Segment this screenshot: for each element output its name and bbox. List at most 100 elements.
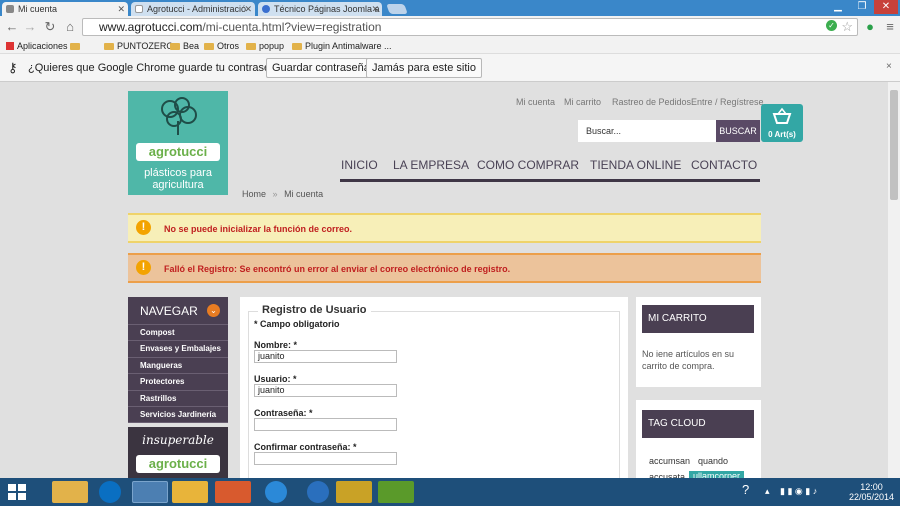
breadcrumb-current: Mi cuenta <box>284 189 324 199</box>
leftnav-item-rastrillos[interactable]: Rastrillos <box>128 391 228 407</box>
menu-icon[interactable]: ≡ <box>882 19 898 35</box>
top-link-mi-carrito[interactable]: Mi carrito <box>564 97 601 107</box>
close-window-icon[interactable]: ✕ <box>874 0 898 14</box>
site-logo[interactable]: agrotucci plásticos para agricultura <box>128 91 228 195</box>
cart-button[interactable]: 0 Art(s) <box>761 104 803 142</box>
chevron-down-icon[interactable]: ⌄ <box>207 304 220 317</box>
password-label: Contraseña: * <box>254 408 313 418</box>
url-host: www.agrotucci.com <box>99 20 203 34</box>
bookmark-bea[interactable]: Bea <box>170 38 199 54</box>
registration-form: Registro de Usuario * Campo obligatorio … <box>240 297 628 478</box>
leftnav-item-servicios-jardineria[interactable]: Servicios Jardinería <box>128 407 228 424</box>
bookmark-plugin-antimalware[interactable]: Plugin Antimalware ... <box>292 38 392 54</box>
bookmark-folder[interactable] <box>70 38 83 54</box>
promo-banner[interactable]: insuperable agrotucci <box>128 427 228 478</box>
key-icon: ⚷ <box>8 60 18 75</box>
breadcrumb-separator: » <box>272 189 278 199</box>
close-tab-icon[interactable]: ✕ <box>371 2 379 16</box>
nombre-input[interactable]: juanito <box>254 350 397 363</box>
breadcrumb-home[interactable]: Home <box>242 189 266 199</box>
tag-link[interactable]: quando <box>698 456 728 466</box>
alert-text: Falló el Registro: Se encontró un error … <box>164 264 511 274</box>
never-for-site-button[interactable]: Jamás para este sitio <box>366 58 482 78</box>
leftnav-item-compost[interactable]: Compost <box>128 325 228 342</box>
tag-link-highlighted[interactable]: ullamcorper <box>689 471 745 478</box>
maximize-icon[interactable]: ❐ <box>850 0 874 14</box>
app-icon[interactable] <box>265 481 287 503</box>
tab-administracion[interactable]: Agrotucci - Administració ✕ <box>131 2 255 16</box>
scrollbar-thumb[interactable] <box>890 90 898 200</box>
bookmark-apps[interactable]: Aplicaciones <box>6 38 68 54</box>
tab-tecnico-joomla[interactable]: Técnico Páginas Joomla a ✕ <box>258 2 382 16</box>
tab-title: Agrotucci - Administració <box>147 4 247 14</box>
nav-contacto[interactable]: CONTACTO <box>691 158 757 172</box>
usuario-input[interactable]: juanito <box>254 384 397 397</box>
file-explorer-icon[interactable] <box>52 481 88 503</box>
tab-title: Mi cuenta <box>18 4 58 14</box>
app-icon[interactable] <box>215 481 251 503</box>
password-input[interactable] <box>254 418 397 431</box>
password-save-bar: ⚷ ¿Quieres que Google Chrome guarde tu c… <box>0 54 900 82</box>
leftnav-item-mangueras[interactable]: Mangueras <box>128 358 228 375</box>
close-tab-icon[interactable]: ✕ <box>244 2 252 16</box>
nav-tienda-online[interactable]: TIENDA ONLINE <box>590 158 681 172</box>
forward-icon[interactable]: → <box>22 19 38 35</box>
tab-mi-cuenta[interactable]: Mi cuenta ✕ <box>2 2 128 16</box>
folder-icon <box>246 43 256 50</box>
alert-text: No se puede inicializar la función de co… <box>164 224 353 234</box>
system-clock[interactable]: 12:00 22/05/2014 <box>849 482 894 502</box>
navegar-header[interactable]: NAVEGAR ⌄ <box>128 297 228 325</box>
alert-registration-failed: ! Falló el Registro: Se encontró un erro… <box>128 253 761 283</box>
back-icon[interactable]: ← <box>4 19 20 35</box>
browser-toolbar: ← → ↻ ⌂ www.agrotucci.com/mi-cuenta.html… <box>0 16 900 38</box>
close-bar-icon[interactable]: × <box>886 61 892 72</box>
page-icon <box>135 5 143 13</box>
tab-strip: Mi cuenta ✕ Agrotucci - Administració ✕ … <box>0 0 900 16</box>
minimize-icon[interactable]: ▁ <box>826 0 850 14</box>
top-link-rastreo-pedidos[interactable]: Rastreo de Pedidos <box>612 97 691 107</box>
adblock-check-icon[interactable]: ✓ <box>826 20 837 31</box>
bookmark-puntozero[interactable]: PUNTOZERO <box>104 38 173 54</box>
nav-divider <box>340 179 760 182</box>
left-navigation: NAVEGAR ⌄ Compost Envases y Embalajes Ma… <box>128 297 228 424</box>
bookmark-popup[interactable]: popup <box>246 38 284 54</box>
nav-como-comprar[interactable]: COMO COMPRAR <box>477 158 579 172</box>
leftnav-item-envases[interactable]: Envases y Embalajes <box>128 341 228 358</box>
tag-cloud-title: TAG CLOUD <box>642 410 754 438</box>
address-bar[interactable]: www.agrotucci.com/mi-cuenta.html?view=re… <box>82 18 858 36</box>
apps-icon <box>6 42 14 50</box>
cart-count: 0 Art(s) <box>768 130 796 139</box>
top-link-mi-cuenta[interactable]: Mi cuenta <box>516 97 555 107</box>
top-link-entre-registrese[interactable]: Entre / Regístrese <box>691 97 764 107</box>
help-icon[interactable]: ? <box>742 482 749 497</box>
tab-title: Técnico Páginas Joomla a <box>274 4 380 14</box>
confirm-password-input[interactable] <box>254 452 397 465</box>
hp-icon[interactable] <box>99 481 121 503</box>
search-input[interactable]: Buscar... <box>578 120 716 142</box>
close-tab-icon[interactable]: ✕ <box>117 2 125 16</box>
nav-la-empresa[interactable]: LA EMPRESA <box>393 158 469 172</box>
tray-icons[interactable]: ▮ ▮ ◉ ▮ ♪ <box>780 486 817 497</box>
leftnav-item-protectores[interactable]: Protectores <box>128 374 228 391</box>
extension-icon[interactable]: ● <box>862 19 878 35</box>
nav-inicio[interactable]: INICIO <box>341 158 378 172</box>
app-icon[interactable] <box>336 481 372 503</box>
page-scrollbar[interactable] <box>888 82 900 478</box>
home-icon[interactable]: ⌂ <box>62 19 78 35</box>
chrome-icon[interactable] <box>132 481 168 503</box>
windows-start-icon[interactable] <box>8 484 26 500</box>
app-icon[interactable] <box>172 481 208 503</box>
bookmark-label: Otros <box>217 41 240 51</box>
star-bookmark-icon[interactable]: ☆ <box>841 19 853 35</box>
reload-icon[interactable]: ↻ <box>42 19 58 35</box>
folder-icon <box>204 43 214 50</box>
navegar-title: NAVEGAR <box>140 304 198 318</box>
show-hidden-icons[interactable]: ▴ <box>765 486 770 497</box>
bookmark-otros[interactable]: Otros <box>204 38 239 54</box>
app-icon[interactable] <box>378 481 414 503</box>
save-password-button[interactable]: Guardar contraseña <box>266 58 376 78</box>
tag-link[interactable]: accumsan <box>649 456 690 466</box>
search-button[interactable]: BUSCAR <box>716 120 760 142</box>
new-tab-button[interactable] <box>386 4 408 14</box>
app-icon[interactable] <box>307 481 329 503</box>
